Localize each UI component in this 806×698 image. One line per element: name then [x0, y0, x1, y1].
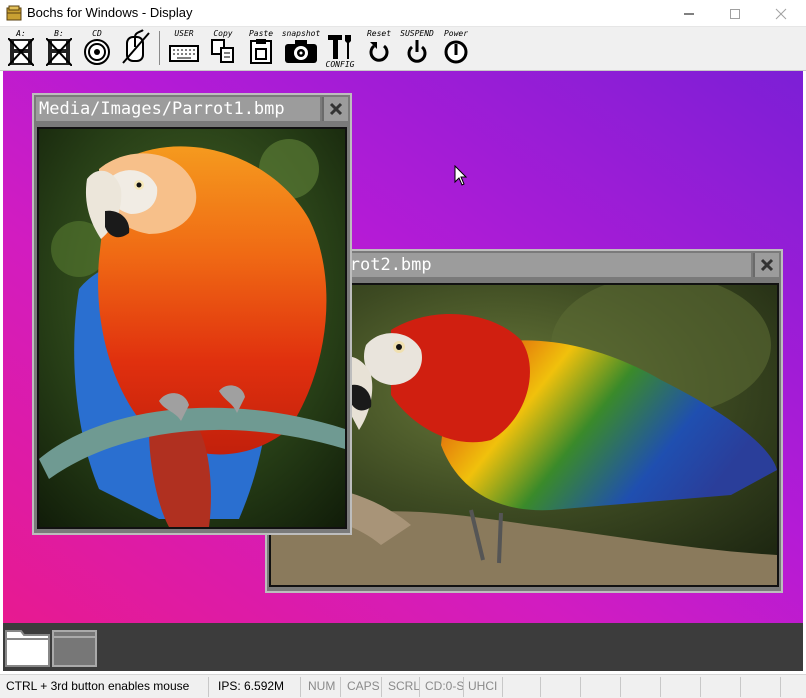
- mouse-toggle-button[interactable]: [120, 29, 152, 69]
- close-icon: [775, 8, 787, 19]
- cdrom-button[interactable]: CD: [82, 29, 112, 69]
- toolbar: A: B: CD USER Copy Paste snapshot CONFIG…: [0, 27, 806, 71]
- user-label: USER: [174, 29, 194, 38]
- mouse-cursor-icon: [454, 165, 468, 186]
- keyboard-icon: [169, 45, 199, 62]
- snapshot-label: snapshot: [281, 29, 321, 38]
- status-separator: [620, 677, 621, 697]
- suspend-button[interactable]: SUSPEND: [400, 29, 434, 69]
- snapshot-button[interactable]: snapshot: [282, 29, 320, 69]
- status-separator: [340, 677, 341, 697]
- status-separator: [381, 677, 382, 697]
- user-button[interactable]: USER: [166, 29, 202, 69]
- reset-label: Reset: [366, 29, 392, 38]
- tools-icon: [328, 35, 351, 59]
- status-num: NUM: [308, 679, 336, 693]
- image-window-parrot1[interactable]: Media/Images/Parrot1.bmp: [32, 93, 352, 535]
- copy-label: Copy: [213, 29, 233, 38]
- close-button[interactable]: [758, 0, 804, 27]
- status-separator: [540, 677, 541, 697]
- status-scrl: SCRL: [388, 679, 421, 693]
- folder-icon: [5, 630, 50, 667]
- parrot1-photo-graphic: [39, 129, 345, 527]
- status-separator: [300, 677, 301, 697]
- status-uhci: UHCI: [468, 679, 498, 693]
- floppy-a-button[interactable]: A:: [6, 29, 36, 69]
- mouse-disabled-icon: [122, 29, 150, 64]
- taskbar-window-button[interactable]: [52, 627, 97, 667]
- minimize-icon: [684, 13, 694, 14]
- minimize-button[interactable]: [666, 0, 712, 27]
- close-icon: [760, 258, 774, 272]
- camera-icon: [285, 40, 317, 63]
- status-ips: IPS: 6.592M: [218, 679, 285, 693]
- floppy-b-button[interactable]: B:: [44, 29, 74, 69]
- cdrom-icon: [84, 39, 110, 65]
- bochs-app-icon: [6, 5, 22, 21]
- taskbar-folder-button[interactable]: [5, 627, 50, 667]
- power-label: Power: [443, 29, 469, 38]
- status-caps: CAPS: [347, 679, 380, 693]
- close-icon: [329, 102, 343, 116]
- status-separator: [780, 677, 781, 697]
- image-window-close-button[interactable]: [322, 97, 348, 121]
- copy-icon: [211, 39, 234, 63]
- floppy-disabled-icon: [46, 38, 72, 66]
- status-separator: [419, 677, 420, 697]
- status-separator: [740, 677, 741, 697]
- power-button[interactable]: Power: [440, 29, 472, 69]
- guest-display[interactable]: Media/Images/Parrot2.bmp: [3, 71, 803, 671]
- maximize-button[interactable]: [712, 0, 758, 27]
- maximize-icon: [730, 8, 740, 19]
- guest-taskbar: [3, 623, 803, 671]
- reset-icon: [369, 42, 389, 62]
- status-separator: [208, 677, 209, 697]
- paste-label: Paste: [248, 29, 274, 38]
- cdrom-label: CD: [92, 29, 102, 38]
- window-title: Bochs for Windows - Display: [27, 5, 193, 20]
- floppy-disabled-icon: [8, 38, 34, 66]
- paste-icon: [250, 39, 272, 64]
- paste-button[interactable]: Paste: [246, 29, 276, 69]
- status-cd: CD:0-S: [425, 679, 465, 693]
- floppy-b-label: B:: [54, 29, 64, 38]
- status-separator: [660, 677, 661, 697]
- window-icon: [52, 630, 97, 667]
- toolbar-separator: [159, 31, 160, 65]
- status-message: CTRL + 3rd button enables mouse: [6, 679, 190, 693]
- status-separator: [580, 677, 581, 697]
- status-separator: [700, 677, 701, 697]
- title-bar: Bochs for Windows - Display: [0, 0, 806, 27]
- status-separator: [502, 677, 503, 697]
- status-separator: [463, 677, 464, 697]
- status-bar: CTRL + 3rd button enables mouse IPS: 6.5…: [0, 674, 806, 698]
- image-window-title[interactable]: Media/Images/Parrot1.bmp: [36, 97, 320, 121]
- image-window-close-button[interactable]: [753, 253, 779, 277]
- copy-button[interactable]: Copy: [208, 29, 238, 69]
- power-icon: [444, 40, 468, 64]
- reset-button[interactable]: Reset: [362, 29, 396, 69]
- parrot1-image: [37, 127, 347, 529]
- suspend-label: SUSPEND: [400, 29, 434, 38]
- suspend-icon: [407, 40, 427, 63]
- config-label: CONFIG: [325, 60, 355, 69]
- config-button[interactable]: CONFIG: [324, 29, 356, 69]
- floppy-a-label: A:: [16, 29, 26, 38]
